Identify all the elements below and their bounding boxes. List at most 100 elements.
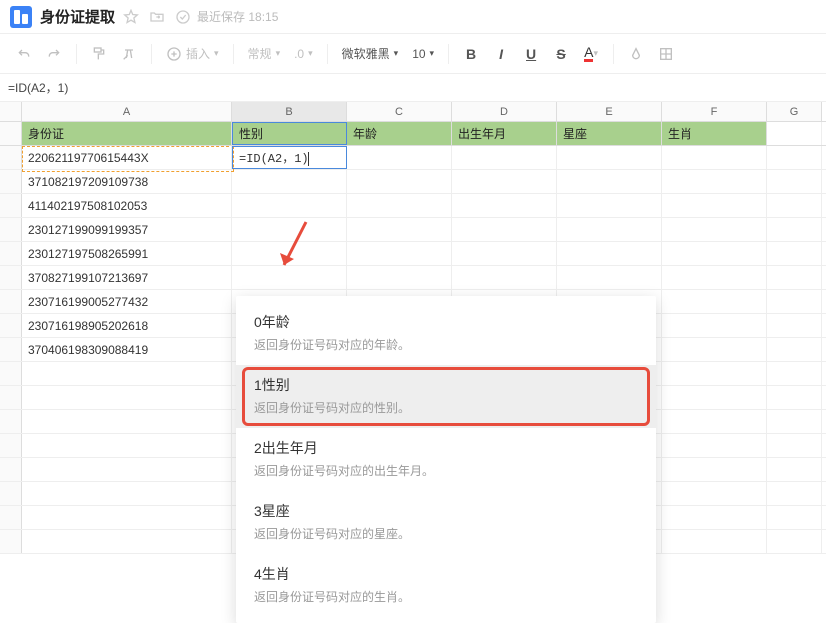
cell[interactable]: 22062119770615443X — [22, 146, 232, 169]
cell[interactable] — [662, 410, 767, 433]
cell[interactable] — [767, 218, 822, 241]
format-painter-button[interactable] — [85, 40, 113, 68]
cell[interactable] — [232, 170, 347, 193]
header-cell[interactable]: 星座 — [557, 122, 662, 145]
star-icon[interactable] — [123, 9, 139, 25]
row-header[interactable] — [0, 122, 22, 145]
col-header-B[interactable]: B — [232, 102, 347, 121]
cell[interactable] — [662, 218, 767, 241]
editing-cell[interactable]: =ID(A2，1) — [232, 146, 347, 169]
cell[interactable] — [557, 242, 662, 265]
cell[interactable] — [767, 434, 822, 457]
cell[interactable] — [22, 482, 232, 505]
col-header-D[interactable]: D — [452, 102, 557, 121]
suggestion-item[interactable]: 0年龄返回身份证号码对应的年龄。 — [236, 302, 656, 365]
cell[interactable] — [662, 314, 767, 337]
cell[interactable] — [662, 242, 767, 265]
row-header[interactable] — [0, 434, 22, 457]
cell[interactable] — [767, 458, 822, 481]
cell[interactable]: 370827199107213697 — [22, 266, 232, 289]
row-header[interactable] — [0, 458, 22, 481]
cell[interactable] — [232, 194, 347, 217]
cell[interactable] — [22, 434, 232, 457]
italic-button[interactable]: I — [487, 40, 515, 68]
cell[interactable] — [22, 362, 232, 385]
decimals-menu[interactable]: .0▾ — [288, 47, 319, 61]
cell[interactable] — [232, 266, 347, 289]
cell[interactable] — [662, 458, 767, 481]
row-header[interactable] — [0, 314, 22, 337]
cell[interactable] — [662, 290, 767, 313]
row-header[interactable] — [0, 362, 22, 385]
font-size-menu[interactable]: 10▾ — [406, 47, 440, 61]
cell[interactable] — [22, 530, 232, 553]
row-header[interactable] — [0, 338, 22, 361]
cell[interactable] — [22, 410, 232, 433]
fill-color-button[interactable] — [622, 40, 650, 68]
strike-button[interactable]: S — [547, 40, 575, 68]
cell[interactable] — [767, 482, 822, 505]
col-header-E[interactable]: E — [557, 102, 662, 121]
cell[interactable] — [452, 266, 557, 289]
row-header[interactable] — [0, 410, 22, 433]
cell[interactable]: 230127197508265991 — [22, 242, 232, 265]
row-header[interactable] — [0, 386, 22, 409]
cell[interactable] — [662, 266, 767, 289]
cell[interactable] — [767, 266, 822, 289]
cell[interactable] — [452, 170, 557, 193]
cell[interactable] — [767, 362, 822, 385]
check-icon[interactable] — [175, 9, 191, 25]
cell[interactable] — [662, 434, 767, 457]
cell[interactable] — [557, 170, 662, 193]
header-cell[interactable]: 生肖 — [662, 122, 767, 145]
col-header-G[interactable]: G — [767, 102, 822, 121]
cell[interactable]: 230127199099199357 — [22, 218, 232, 241]
cell[interactable] — [452, 218, 557, 241]
cell[interactable] — [232, 218, 347, 241]
cell[interactable]: 230716199005277432 — [22, 290, 232, 313]
underline-button[interactable]: U — [517, 40, 545, 68]
row-header[interactable] — [0, 194, 22, 217]
row-header[interactable] — [0, 506, 22, 529]
cell[interactable] — [767, 290, 822, 313]
cell[interactable] — [767, 170, 822, 193]
row-header[interactable] — [0, 242, 22, 265]
cell[interactable] — [662, 530, 767, 553]
col-header-C[interactable]: C — [347, 102, 452, 121]
move-folder-icon[interactable] — [149, 9, 165, 25]
font-family-menu[interactable]: 微软雅黑▾ — [336, 45, 405, 62]
cell[interactable]: 411402197508102053 — [22, 194, 232, 217]
row-header[interactable] — [0, 482, 22, 505]
cell[interactable]: 230716198905202618 — [22, 314, 232, 337]
cell[interactable] — [662, 482, 767, 505]
clear-format-button[interactable] — [115, 40, 143, 68]
cell[interactable] — [347, 242, 452, 265]
cell[interactable] — [662, 170, 767, 193]
cell[interactable] — [767, 410, 822, 433]
cell[interactable]: 371082197209109738 — [22, 170, 232, 193]
cell[interactable]: 370406198309088419 — [22, 338, 232, 361]
cell[interactable] — [557, 146, 662, 169]
row-header[interactable] — [0, 146, 22, 169]
formula-bar[interactable]: =ID(A2，1) — [0, 74, 826, 102]
row-header[interactable] — [0, 266, 22, 289]
cell[interactable] — [662, 194, 767, 217]
row-header[interactable] — [0, 290, 22, 313]
suggestion-item[interactable]: 3星座返回身份证号码对应的星座。 — [236, 491, 656, 554]
cell[interactable] — [662, 386, 767, 409]
cell[interactable] — [767, 506, 822, 529]
borders-button[interactable] — [652, 40, 680, 68]
row-header[interactable] — [0, 170, 22, 193]
suggestion-item[interactable]: 2出生年月返回身份证号码对应的出生年月。 — [236, 428, 656, 491]
cell[interactable] — [22, 458, 232, 481]
row-header[interactable] — [0, 218, 22, 241]
row-header[interactable] — [0, 530, 22, 553]
cell[interactable] — [452, 146, 557, 169]
cell[interactable] — [232, 242, 347, 265]
cell[interactable] — [767, 122, 822, 145]
undo-button[interactable] — [10, 40, 38, 68]
suggestion-item[interactable]: 4生肖返回身份证号码对应的生肖。 — [236, 554, 656, 617]
cell[interactable] — [452, 194, 557, 217]
cell[interactable] — [347, 218, 452, 241]
cell[interactable] — [767, 314, 822, 337]
